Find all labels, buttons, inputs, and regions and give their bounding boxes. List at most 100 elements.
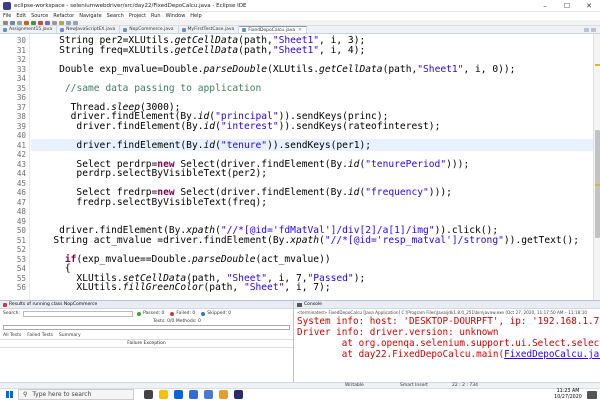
console-line[interactable]: at day22.FixedDepoCalcu.main(FixedDepoCa… xyxy=(294,349,600,360)
menu-source[interactable]: Source xyxy=(31,13,48,19)
overview-marker[interactable] xyxy=(595,64,600,66)
code-line[interactable]: String act_mvalue =driver.findElement(By… xyxy=(36,235,579,246)
menu-edit[interactable]: Edit xyxy=(16,13,26,19)
line-number: 44 xyxy=(16,169,26,178)
failed-tests-tab[interactable]: Failed Tests xyxy=(27,333,53,338)
close-tab-icon[interactable]: ✕ xyxy=(298,28,302,33)
code-editor[interactable]: 30 31 32 33 34 35 36 37 38 39 40 41 42 43 44 45 46 47 48 49… xyxy=(0,34,593,300)
taskbar-search-box[interactable]: ⚲ Type here to search xyxy=(18,389,134,400)
debug-icon[interactable] xyxy=(24,20,29,25)
maximize-editor-icon[interactable] xyxy=(591,27,596,32)
file-explorer-icon[interactable] xyxy=(159,390,168,399)
print-icon[interactable] xyxy=(17,20,22,25)
line-number: 47 xyxy=(16,197,26,207)
tab-assignment15[interactable]: Assignment15.java xyxy=(0,26,58,33)
minimize-button[interactable]: – xyxy=(534,0,556,12)
forward-icon[interactable] xyxy=(73,20,78,25)
store-icon[interactable] xyxy=(189,390,198,399)
java-file-icon xyxy=(60,27,65,32)
stack-trace-link[interactable]: FixedDepoCalcu.java:44 xyxy=(504,349,600,360)
menu-help[interactable]: Help xyxy=(190,13,201,19)
new-icon[interactable] xyxy=(3,20,8,25)
system-clock[interactable]: 11:23 AM 10/27/2020 xyxy=(551,389,585,400)
line-number: 36 xyxy=(16,93,26,102)
editor-scrollbar[interactable] xyxy=(593,34,600,300)
line-number: 34 xyxy=(16,74,26,83)
line-number: 32 xyxy=(16,55,26,64)
eclipse-icon xyxy=(3,1,11,10)
console-line[interactable]: System info: host: 'DESKTOP-DOURPFT', ip… xyxy=(294,316,600,327)
search-icon: ⚲ xyxy=(23,391,28,398)
search-label: Search: xyxy=(3,311,20,316)
notification-icon[interactable] xyxy=(587,390,597,399)
menu-refactor[interactable]: Refactor xyxy=(53,13,74,19)
edge-icon[interactable] xyxy=(174,390,183,399)
maximize-button[interactable]: ☐ xyxy=(556,0,578,12)
java-file-icon xyxy=(3,27,7,32)
console-tab[interactable]: Console xyxy=(294,301,600,309)
summary-tab[interactable]: Summary xyxy=(59,333,81,338)
menu-navigate[interactable]: Navigate xyxy=(79,13,101,19)
overview-marker[interactable] xyxy=(595,184,600,186)
code-line[interactable]: if(exp_mvalue==Double.parseDouble(act_mv… xyxy=(36,254,331,265)
java-file-icon xyxy=(242,28,247,32)
tab-nopcommerce[interactable]: NopCommerce.java xyxy=(120,26,179,33)
code-line[interactable]: fredrp.selectByVisibleText(freq); xyxy=(36,197,267,208)
code-line[interactable]: String freq=XLUtils.getCellData(path,"Sh… xyxy=(36,45,365,56)
line-number: 55 xyxy=(16,273,26,283)
line-number: 30 xyxy=(16,36,26,45)
failed-icon xyxy=(170,311,175,316)
menu-search[interactable]: Search xyxy=(107,13,124,19)
test-progress-bar xyxy=(3,325,290,330)
console-line[interactable]: at org.openqa.selenium.support.ui.Select… xyxy=(294,338,600,349)
code-line[interactable]: driver.findElement(By.id("interest")).se… xyxy=(36,121,440,132)
line-number: 37 xyxy=(16,102,26,112)
tab-label: Assignment15.java xyxy=(9,27,53,32)
external-tools-icon[interactable] xyxy=(38,20,43,25)
back-icon[interactable] xyxy=(66,20,71,25)
test-results-panel: Results of running class NopCommerce Sea… xyxy=(0,300,294,382)
console-line[interactable]: Driver info: driver.version: unknown xyxy=(294,327,600,338)
clock-date: 10/27/2020 xyxy=(554,394,582,400)
tab-myfirsttestcase[interactable]: MyFirstTestCase.java xyxy=(179,26,240,33)
minimize-editor-icon[interactable] xyxy=(584,27,589,32)
menu-run[interactable]: Run xyxy=(151,13,161,19)
run-icon[interactable] xyxy=(31,20,36,25)
code-line[interactable]: perdrp.selectByVisibleText(per2); xyxy=(36,168,267,179)
eclipse-taskbar-icon[interactable] xyxy=(234,390,243,399)
failure-exception-header: Failure Exception xyxy=(0,340,293,348)
line-number: 45 xyxy=(16,178,26,188)
code-line[interactable]: XLUtils.fillGreenColor(path, "Sheet", i,… xyxy=(36,282,330,293)
new-class-icon[interactable] xyxy=(45,20,50,25)
terminated-info: <terminated> FixedDepoCalcu [Java Applic… xyxy=(297,310,588,315)
mail-icon[interactable] xyxy=(204,390,213,399)
tab-newjavascriptex[interactable]: NewJavaScriptEX.java xyxy=(57,26,121,33)
chrome-icon[interactable] xyxy=(219,390,228,399)
line-number: 41 xyxy=(16,140,26,150)
task-view-icon[interactable] xyxy=(144,390,153,399)
windows-taskbar: ⚲ Type here to search 11:23 AM 10/27/202… xyxy=(0,388,600,400)
save-icon[interactable] xyxy=(10,20,15,25)
line-number: 56 xyxy=(16,283,26,292)
menu-file[interactable]: File xyxy=(3,13,11,19)
start-button[interactable] xyxy=(0,389,18,400)
close-button[interactable]: ✕ xyxy=(578,0,600,12)
tab-label: NewJavaScriptEX.java xyxy=(66,27,116,32)
code-line[interactable]: driver.findElement(By.id("tenure")).send… xyxy=(36,140,371,151)
code-line[interactable]: Double exp_mvalue=Double.parseDouble(XLU… xyxy=(36,64,515,75)
open-type-icon[interactable] xyxy=(52,20,57,25)
tab-fixeddepocalcu[interactable]: FixedDepoCalcu.java ✕ xyxy=(239,26,307,33)
code-line[interactable]: //same data passing to application xyxy=(36,83,261,94)
test-results-tab[interactable]: Results of running class NopCommerce xyxy=(0,301,293,309)
menu-project[interactable]: Project xyxy=(129,13,146,19)
test-search-input[interactable] xyxy=(22,310,133,317)
java-file-icon xyxy=(123,27,128,32)
line-number: 31 xyxy=(16,45,26,55)
all-tests-tab[interactable]: All Tests xyxy=(3,333,21,338)
skipped-icon xyxy=(201,311,206,316)
line-number: 53 xyxy=(16,254,26,264)
console-tab-label: Console xyxy=(304,302,322,307)
search-icon[interactable] xyxy=(59,20,64,25)
menu-window[interactable]: Window xyxy=(166,13,186,19)
testng-icon xyxy=(3,302,7,307)
